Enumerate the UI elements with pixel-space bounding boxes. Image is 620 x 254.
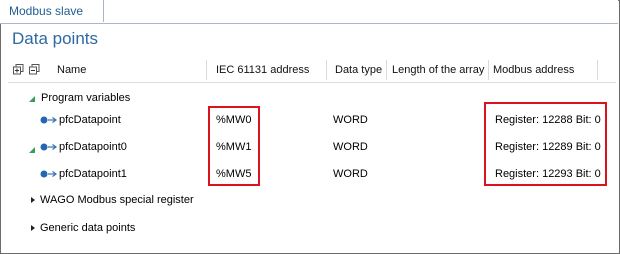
variable-link-icon: [40, 170, 58, 178]
data-type: WORD: [333, 141, 368, 153]
group-label: Program variables: [41, 92, 131, 104]
expanded-arrow-icon[interactable]: [29, 96, 35, 102]
expand-all-icon[interactable]: [13, 64, 24, 75]
column-header-data-type[interactable]: Data type: [335, 58, 382, 82]
modbus-address-highlight: [484, 102, 607, 186]
column-divider[interactable]: [206, 60, 207, 80]
tree-group-generic-data-points[interactable]: Generic data points: [0, 218, 620, 238]
variable-name: pfcDatapoint1: [59, 168, 127, 180]
tab-modbus-slave[interactable]: Modbus slave: [0, 0, 104, 23]
column-divider[interactable]: [488, 60, 489, 80]
column-divider[interactable]: [386, 60, 387, 80]
variable-name: pfcDatapoint: [59, 114, 121, 126]
table-header: Name IEC 61131 address Data type Length …: [8, 58, 616, 83]
page-title: Data points: [12, 29, 98, 48]
expanded-arrow-icon[interactable]: [29, 147, 35, 153]
tab-strip: Modbus slave: [0, 0, 618, 24]
group-label: WAGO Modbus special register: [40, 194, 194, 206]
column-header-name[interactable]: Name: [57, 58, 86, 82]
column-header-modbus-address[interactable]: Modbus address: [493, 58, 574, 82]
column-divider[interactable]: [326, 60, 327, 80]
variable-name: pfcDatapoint0: [59, 141, 127, 153]
tree-group-wago-modbus-special-register[interactable]: WAGO Modbus special register: [0, 190, 620, 210]
data-type: WORD: [333, 168, 368, 180]
variable-link-icon: [40, 116, 58, 124]
column-header-iec-address[interactable]: IEC 61131 address: [216, 58, 309, 82]
data-type: WORD: [333, 114, 368, 126]
collapse-all-icon[interactable]: [29, 64, 40, 75]
column-header-array-length[interactable]: Length of the array: [392, 58, 488, 82]
column-divider[interactable]: [597, 60, 598, 80]
variable-link-icon: [40, 143, 58, 151]
collapsed-arrow-icon[interactable]: [30, 197, 36, 203]
collapsed-arrow-icon[interactable]: [30, 225, 36, 231]
group-label: Generic data points: [40, 222, 136, 234]
iec-address-highlight: [208, 106, 260, 186]
